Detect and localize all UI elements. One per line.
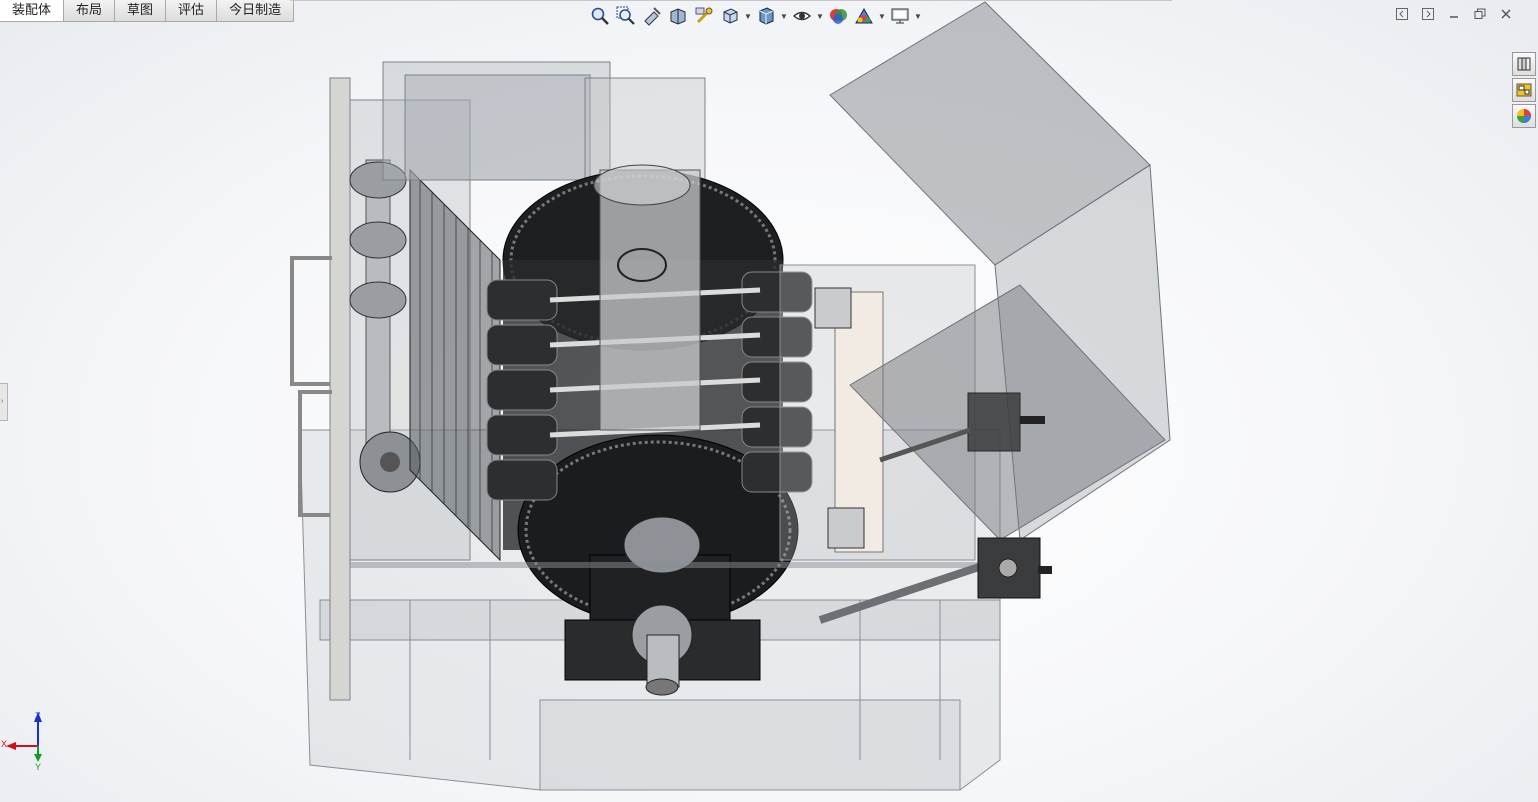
- section-view-button[interactable]: [666, 4, 690, 28]
- zoom-to-area-icon: [616, 6, 635, 25]
- view-palette-icon: [1516, 83, 1532, 97]
- view-settings-button[interactable]: [888, 4, 912, 28]
- tile-left-icon: [1396, 8, 1408, 20]
- graphics-area-model[interactable]: [0, 0, 1538, 802]
- tile-right-button[interactable]: [1420, 6, 1436, 22]
- tab-evaluate[interactable]: 评估: [166, 0, 218, 22]
- appearances-icon: [1517, 109, 1531, 123]
- apply-scene-dropdown[interactable]: ▼: [878, 4, 886, 28]
- view-settings-icon: [891, 8, 909, 24]
- apply-scene-icon: [855, 7, 873, 24]
- dynamic-annotation-icon: [695, 7, 713, 24]
- hide-show-items-button[interactable]: [790, 4, 814, 28]
- display-style-dropdown[interactable]: ▼: [780, 4, 788, 28]
- edit-appearance-icon: [830, 9, 847, 24]
- zoom-to-fit-icon: [591, 7, 609, 25]
- view-orientation-button[interactable]: [718, 4, 742, 28]
- edit-appearance-button[interactable]: [826, 4, 850, 28]
- hide-show-items-icon: [792, 11, 812, 21]
- feature-tree-collapse-handle[interactable]: ›: [0, 383, 8, 421]
- heads-up-view-toolbar: ▼ ▼ ▼ ▼ ▼: [588, 3, 922, 29]
- command-manager-tabs: 装配体 布局 草图 评估 今日制造: [0, 0, 295, 22]
- expand-arrow-icon: ›: [1, 398, 4, 405]
- minimize-icon: [1450, 16, 1458, 18]
- zoom-to-fit-button[interactable]: [588, 4, 612, 28]
- design-library-icon: [1517, 57, 1531, 71]
- hide-show-items-dropdown[interactable]: ▼: [816, 4, 824, 28]
- close-icon: [1501, 9, 1511, 19]
- window-controls: [1394, 6, 1514, 22]
- apply-scene-button[interactable]: [852, 4, 876, 28]
- triad-z-label: Z: [35, 711, 41, 721]
- tab-sketch[interactable]: 草图: [115, 0, 167, 22]
- restore-button[interactable]: [1472, 6, 1488, 22]
- tile-right-icon: [1422, 8, 1434, 20]
- zoom-to-area-button[interactable]: [614, 4, 638, 28]
- restore-icon: [1474, 8, 1486, 19]
- close-button[interactable]: [1498, 6, 1514, 22]
- task-pane-tabs: [1512, 52, 1536, 128]
- display-style-button[interactable]: [754, 4, 778, 28]
- design-library-tab[interactable]: [1512, 52, 1536, 76]
- tab-make-today[interactable]: 今日制造: [217, 0, 295, 22]
- display-style-icon: [759, 7, 774, 25]
- triad-y-label: Y: [35, 762, 41, 772]
- section-view-icon: [670, 8, 686, 25]
- tab-bar-divider: [290, 0, 1172, 1]
- appearances-tab[interactable]: [1512, 104, 1536, 128]
- view-orientation-dropdown[interactable]: ▼: [744, 4, 752, 28]
- tab-assembly[interactable]: 装配体: [0, 0, 65, 22]
- previous-view-button[interactable]: [640, 4, 664, 28]
- triad-x-label: X: [1, 739, 7, 749]
- tab-layout[interactable]: 布局: [64, 0, 116, 22]
- view-palette-tab[interactable]: [1512, 78, 1536, 102]
- view-orientation-icon: [723, 8, 738, 24]
- reference-triad: Z X Y: [1, 711, 42, 772]
- tile-left-button[interactable]: [1394, 6, 1410, 22]
- previous-view-icon: [644, 7, 661, 26]
- minimize-button[interactable]: [1446, 6, 1462, 22]
- dynamic-annotation-button[interactable]: [692, 4, 716, 28]
- view-settings-dropdown[interactable]: ▼: [914, 4, 922, 28]
